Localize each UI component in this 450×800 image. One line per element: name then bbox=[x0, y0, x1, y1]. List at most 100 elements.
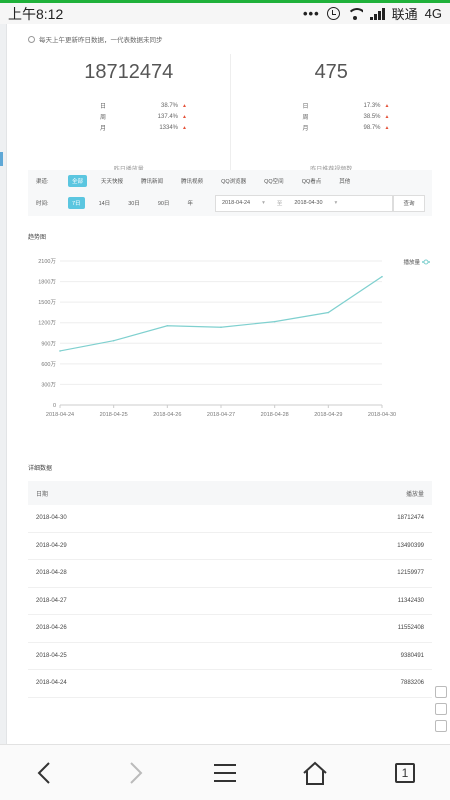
menu-icon bbox=[214, 763, 236, 782]
feedback-icon[interactable] bbox=[435, 686, 447, 698]
home-icon bbox=[303, 761, 327, 785]
chart-title: 趋势图 bbox=[28, 235, 47, 241]
tabs-button[interactable]: 1 bbox=[387, 755, 423, 791]
data-point bbox=[59, 350, 61, 352]
kpi-play-count: 18712474 日38.7%▲ 周137.4%▲ 月1334%▲ 昨日播放量 bbox=[28, 54, 230, 184]
kpi-change-row: 日 38.7% ▲ bbox=[100, 102, 187, 111]
data-point bbox=[112, 339, 115, 342]
up-arrow-icon: ▲ bbox=[182, 102, 187, 109]
column-header-date: 日期 bbox=[36, 491, 49, 498]
column-header-plays: 播放量 bbox=[405, 491, 424, 498]
kpi-change-list: 日 38.7% ▲ 周 137.4% ▲ 月 1334% ▲ bbox=[100, 100, 187, 133]
x-tick-label: 2018-04-28 bbox=[261, 412, 289, 418]
y-tick-label: 1500万 bbox=[38, 299, 56, 306]
channel-option[interactable]: QQ空间 bbox=[260, 175, 288, 187]
clock-icon bbox=[28, 35, 35, 43]
detail-title: 详细数据 bbox=[28, 466, 53, 472]
forward-button[interactable] bbox=[117, 755, 153, 791]
more-dots-icon: ••• bbox=[302, 6, 320, 21]
data-point bbox=[273, 320, 276, 323]
kpi-change-list: 日 17.3% ▲ 周 38.5% ▲ 月 98.7% ▲ bbox=[303, 100, 390, 133]
alarm-icon bbox=[326, 7, 340, 20]
kpi-change-row: 月 1334% ▲ bbox=[100, 124, 187, 133]
channel-option[interactable]: 腾讯视频 bbox=[177, 175, 207, 187]
query-button[interactable]: 查询 bbox=[392, 194, 425, 212]
kpi-value: 475 bbox=[314, 61, 348, 83]
status-time: 上午8:12 bbox=[8, 5, 64, 22]
period-option-7d[interactable]: 7日 bbox=[68, 197, 85, 209]
y-tick-label: 0 bbox=[53, 403, 56, 409]
data-point bbox=[220, 326, 222, 329]
kpi-change-row: 月 98.7% ▲ bbox=[302, 124, 390, 133]
dropdown-arrow-icon: ▾ bbox=[262, 200, 265, 206]
series-line bbox=[59, 276, 383, 352]
update-notice: 每天上午更新昨日数据，一代表数据未同步 bbox=[28, 34, 163, 44]
x-tick-label: 2018-04-25 bbox=[100, 412, 128, 418]
menu-button[interactable] bbox=[207, 755, 243, 791]
table-header: 日期 播放量 bbox=[28, 481, 432, 505]
table-row: 2018-04-29 13490399 bbox=[28, 533, 432, 560]
y-tick-label: 600万 bbox=[41, 361, 56, 368]
table-row: 2018-04-27 11342430 bbox=[28, 588, 432, 615]
table-row: 2018-04-25 9380491 bbox=[28, 643, 432, 670]
chevron-left-icon bbox=[37, 761, 50, 784]
data-point bbox=[166, 324, 169, 327]
up-arrow-icon: ▲ bbox=[384, 124, 390, 131]
y-tick-label: 1200万 bbox=[38, 320, 56, 327]
date-from[interactable]: 2018-04-24 bbox=[216, 200, 256, 206]
kpi-value: 18712474 bbox=[84, 61, 174, 83]
notice-text: 每天上午更新昨日数据，一代表数据未同步 bbox=[39, 37, 163, 44]
back-button[interactable] bbox=[27, 755, 63, 791]
kpi-panel: 18712474 日38.7%▲ 周137.4%▲ 月1334%▲ 昨日播放量 … bbox=[28, 54, 432, 184]
data-point bbox=[381, 275, 383, 278]
chevron-right-icon bbox=[130, 761, 143, 784]
channel-option[interactable]: 其他 bbox=[335, 175, 354, 187]
side-toolbar bbox=[432, 686, 450, 742]
y-tick-label: 900万 bbox=[41, 340, 56, 347]
signal-icon bbox=[369, 7, 385, 20]
trend-chart: 0 300万 600万 900万 1200万 1500万 1800万 2100万 2018-04… bbox=[38, 258, 430, 418]
date-to[interactable]: 2018-04-30 bbox=[288, 200, 328, 206]
tab-count: 1 bbox=[395, 762, 415, 783]
wifi-icon bbox=[346, 7, 363, 20]
browser-nav-bar: 1 bbox=[0, 744, 450, 800]
channel-option[interactable]: QQ看点 bbox=[298, 175, 326, 187]
channel-option[interactable]: QQ浏览器 bbox=[217, 175, 250, 187]
channel-option[interactable]: 腾讯新闻 bbox=[137, 175, 167, 187]
date-separator: 至 bbox=[276, 201, 283, 207]
page-content: 每天上午更新昨日数据，一代表数据未同步 18712474 日 38.7% ▲ 周 13… bbox=[0, 24, 450, 744]
kpi-change-row: 日 17.3% ▲ bbox=[302, 102, 390, 111]
table-row: 2018-04-28 12159977 bbox=[28, 560, 432, 588]
y-tick-label: 300万 bbox=[41, 381, 56, 388]
history-icon[interactable] bbox=[435, 720, 447, 732]
x-tick-label: 2018-04-29 bbox=[314, 412, 342, 418]
x-tick-label: 2018-04-26 bbox=[153, 412, 181, 418]
kpi-change-row: 周 137.4% ▲ bbox=[100, 113, 187, 122]
channel-option[interactable]: 天天快报 bbox=[97, 175, 127, 187]
status-icons: ••• 联通 4G bbox=[303, 4, 442, 23]
period-option[interactable]: 30日 bbox=[124, 197, 144, 209]
period-option[interactable]: 14日 bbox=[95, 197, 115, 209]
left-sidebar bbox=[0, 24, 7, 744]
detail-table: 日期 播放量 2018-04-30 18712474 2018-04-29 1349… bbox=[28, 481, 432, 698]
period-option[interactable]: 年 bbox=[183, 197, 197, 209]
table-row: 2018-04-30 18712474 bbox=[28, 505, 432, 533]
y-tick-label: 2100万 bbox=[38, 258, 56, 265]
dropdown-arrow-icon: ▾ bbox=[334, 200, 338, 206]
help-icon[interactable] bbox=[435, 703, 447, 715]
time-filter-row: 时间: 7日 14日 30日 90日 年 2018-04-24 ▾ 至 2018… bbox=[28, 192, 432, 214]
kpi-recommended-videos: 475 日17.3%▲ 周38.5%▲ 月98.7%▲ 昨日推荐视频数 bbox=[229, 54, 433, 184]
period-option[interactable]: 90日 bbox=[154, 197, 174, 209]
x-tick-label: 2018-04-30 bbox=[368, 412, 396, 418]
table-row: 2018-04-24 7883206 bbox=[28, 670, 432, 698]
sidebar-marker bbox=[0, 152, 3, 166]
table-row: 2018-04-26 11552408 bbox=[28, 615, 432, 643]
channel-option-all[interactable]: 全部 bbox=[68, 175, 88, 187]
home-button[interactable] bbox=[297, 755, 333, 791]
date-range-picker[interactable]: 2018-04-24 ▾ 至 2018-04-30 ▾ bbox=[214, 194, 393, 212]
up-arrow-icon: ▲ bbox=[384, 113, 390, 120]
channel-label: 渠道: bbox=[36, 179, 49, 185]
up-arrow-icon: ▲ bbox=[182, 113, 187, 120]
kpi-change-row: 周 38.5% ▲ bbox=[302, 113, 390, 122]
data-point bbox=[327, 311, 330, 314]
